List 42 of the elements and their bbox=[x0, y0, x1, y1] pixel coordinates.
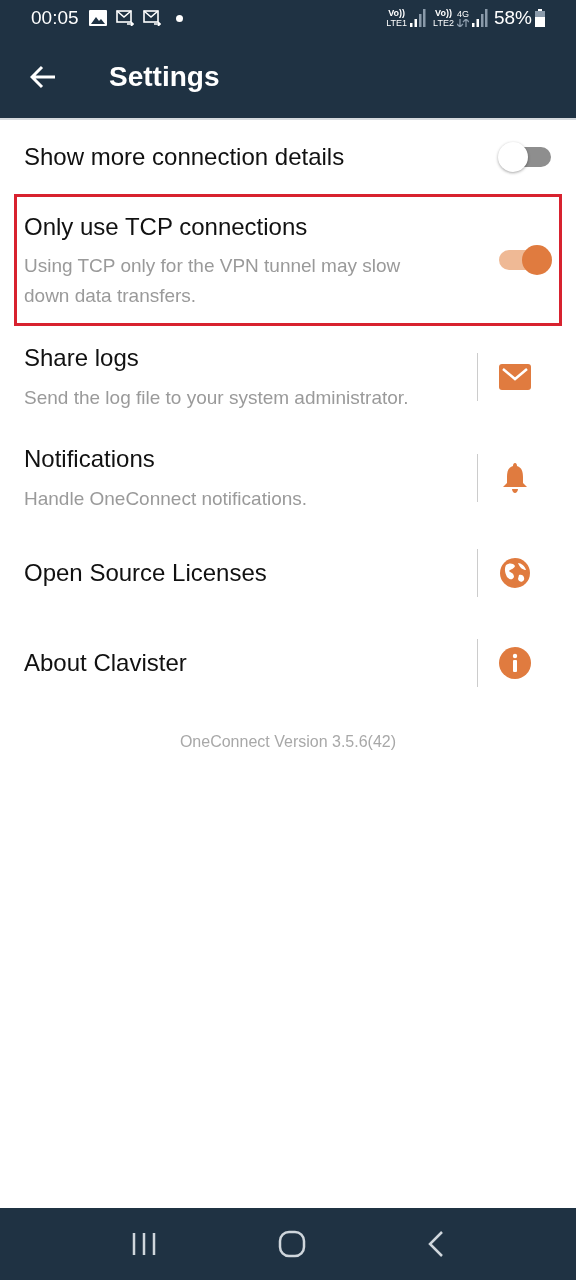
menu-item[interactable]: Open Source Licenses bbox=[14, 528, 562, 618]
mail-icon bbox=[142, 10, 161, 26]
home-icon[interactable] bbox=[278, 1230, 306, 1258]
bell-icon bbox=[502, 462, 528, 493]
back-icon[interactable] bbox=[427, 1230, 446, 1258]
network-label: 4G bbox=[456, 9, 469, 19]
setting-title: About Clavister bbox=[24, 648, 188, 678]
sim-label: LTE2 bbox=[433, 18, 454, 28]
setting-title: Notifications bbox=[24, 444, 156, 475]
battery-percent: 58% bbox=[493, 5, 532, 30]
setting-row[interactable]: Show more connection details bbox=[14, 120, 562, 194]
signal-icon bbox=[471, 8, 488, 28]
version-text: OneConnect Version 3.5.6(42) bbox=[179, 732, 397, 752]
sim-label: LTE1 bbox=[386, 18, 408, 28]
setting-description: Using TCP only for the VPN tunnel may slow down data transfers. bbox=[24, 254, 402, 308]
mail-icon bbox=[115, 10, 134, 26]
toggle-switch[interactable] bbox=[498, 141, 552, 173]
info-icon bbox=[499, 647, 531, 679]
screen-title: Settings bbox=[109, 60, 220, 94]
setting-title: Only use TCP connections bbox=[24, 212, 309, 242]
menu-item[interactable]: About Clavister bbox=[14, 618, 562, 708]
volte-label: Vo)) bbox=[388, 8, 406, 18]
recent-apps-icon[interactable] bbox=[130, 1232, 157, 1256]
volte-label: Vo)) bbox=[435, 8, 452, 18]
setting-row[interactable]: Only use TCP connections Using TCP only for the VPN tunnel may slow down data transfers. bbox=[14, 194, 562, 326]
setting-description: Send the log file to your system administrator. bbox=[24, 386, 410, 411]
status-time: 00:05 bbox=[31, 5, 79, 30]
signal-icon bbox=[410, 8, 427, 28]
data-arrows-icon bbox=[456, 19, 469, 27]
back-button[interactable] bbox=[29, 63, 57, 91]
setting-title: Show more connection details bbox=[24, 142, 346, 172]
menu-item[interactable]: Share logs Send the log file to your system administrator. bbox=[14, 326, 562, 427]
setting-title: Share logs bbox=[24, 343, 140, 374]
toggle-switch[interactable] bbox=[498, 244, 552, 276]
menu-item[interactable]: Notifications Handle OneConnect notifications. bbox=[14, 427, 562, 528]
globe-icon bbox=[499, 557, 531, 589]
image-icon bbox=[88, 10, 107, 26]
setting-description: Handle OneConnect notifications. bbox=[24, 487, 309, 512]
setting-title: Open Source Licenses bbox=[24, 558, 268, 588]
battery-icon bbox=[535, 9, 545, 27]
mail-icon bbox=[499, 363, 531, 390]
back-arrow-icon bbox=[30, 65, 56, 89]
